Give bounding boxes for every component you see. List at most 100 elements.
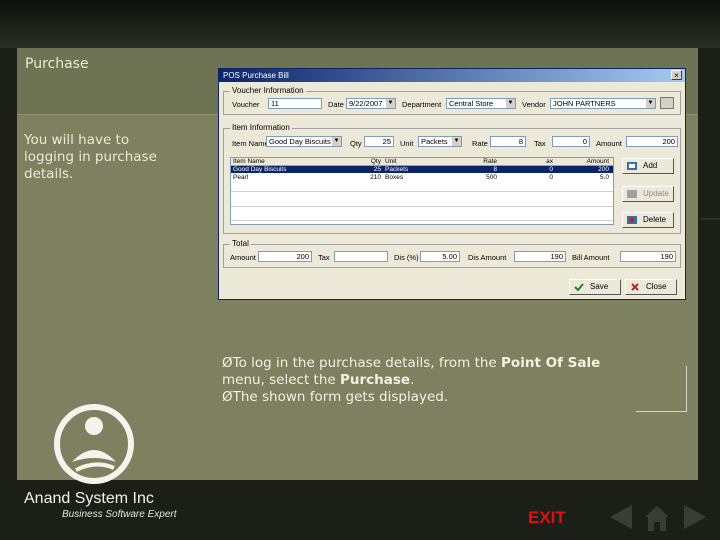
update-label: Update (643, 189, 669, 198)
tax-field[interactable]: 0 (552, 136, 590, 147)
grid-header-unit: Unit (385, 158, 397, 165)
chevron-down-icon[interactable]: ▼ (506, 99, 515, 108)
vendor-value: JOHN PARTNERS (553, 99, 616, 108)
amount-label: Amount (596, 139, 622, 148)
company-logo-icon (54, 404, 134, 484)
window-close-icon[interactable]: × (671, 70, 682, 80)
row-tax: 0 (549, 174, 553, 181)
chevron-down-icon[interactable]: ▼ (386, 99, 395, 108)
voucher-group-label: Voucher Information (230, 86, 306, 95)
voucher-field[interactable]: 11 (268, 98, 322, 109)
chevron-down-icon[interactable]: ▼ (646, 99, 655, 108)
delete-icon (627, 216, 637, 224)
delete-label: Delete (643, 215, 667, 224)
total-amount-label: Amount (230, 253, 256, 262)
vendor-lookup-icon[interactable] (660, 97, 674, 109)
caption-mid: menu, select the (222, 372, 340, 388)
unit-label: Unit (400, 139, 414, 148)
dis-label: Dis (%) (394, 253, 419, 262)
dis-amount-field[interactable]: 190 (514, 251, 566, 262)
grid-line (231, 220, 613, 221)
item-group: Item Information Item Name Good Day Bisc… (223, 123, 681, 234)
rate-field[interactable]: 8 (490, 136, 526, 147)
item-name-field[interactable]: Good Day Biscuits ▼ (266, 136, 342, 147)
vendor-label: Vendor (522, 100, 546, 109)
company-tagline: Business Software Expert (62, 509, 177, 520)
slide-title: Purchase (25, 56, 89, 72)
row-tax: 0 (549, 166, 553, 173)
decor-right-line (700, 218, 720, 220)
row-qty: 210 (370, 174, 381, 181)
row-amount: 200 (598, 166, 609, 173)
grid-header-item: Item Name (233, 158, 265, 165)
chevron-down-icon[interactable]: ▼ (332, 137, 341, 146)
update-button[interactable]: Update (622, 186, 674, 202)
tax-label: Tax (534, 139, 546, 148)
date-value: 9/22/2007 (349, 99, 383, 108)
delete-button[interactable]: Delete (622, 212, 674, 228)
grid-header-amount: Amount (586, 158, 609, 165)
total-tax-field[interactable] (334, 251, 388, 262)
qty-field[interactable]: 25 (364, 136, 394, 147)
dis-field[interactable]: 5.00 (420, 251, 460, 262)
caption-end: . (410, 372, 415, 388)
close-button[interactable]: Close (625, 279, 677, 295)
back-arrow-icon[interactable] (608, 503, 634, 531)
update-icon (627, 190, 637, 198)
items-grid[interactable]: Item Name Qty Unit Rate ax Amount Good D… (230, 157, 614, 225)
chevron-down-icon[interactable]: ▼ (452, 137, 461, 146)
total-group-label: Total (230, 239, 251, 248)
department-label: Department (402, 100, 442, 109)
table-row[interactable]: Pearl 210 Boxes 500 0 5.0 (231, 174, 613, 181)
grid-line (231, 206, 613, 207)
item-group-label: Item Information (230, 123, 292, 132)
grid-header-qty: Qty (370, 158, 381, 165)
grid-line (231, 191, 613, 192)
decor-vertical-line (686, 366, 687, 412)
grid-header-tax: ax (546, 158, 553, 165)
unit-field[interactable]: Packets ▼ (418, 136, 462, 147)
date-label: Date (328, 100, 344, 109)
home-icon[interactable] (642, 503, 672, 533)
add-icon (627, 162, 637, 170)
row-item: Good Day Biscuits (233, 166, 287, 173)
caption-line2: ØThe shown form gets displayed. (222, 389, 449, 405)
total-group: Total Amount 200 Tax Dis (%) 5.00 Dis Am… (223, 239, 681, 268)
item-name-value: Good Day Biscuits (269, 137, 331, 146)
table-row[interactable]: Good Day Biscuits 25 Packets 8 0 200 (231, 166, 613, 173)
row-amount: 5.0 (599, 174, 609, 181)
caption-prefix: ØTo log in the purchase details, from th… (222, 355, 502, 371)
window-title: POS Purchase Bill (223, 71, 289, 80)
amount-field[interactable]: 200 (626, 136, 678, 147)
row-unit: Boxes (385, 174, 404, 181)
total-amount-field[interactable]: 200 (258, 251, 312, 262)
add-button[interactable]: Add (622, 158, 674, 174)
window-titlebar: POS Purchase Bill × (219, 69, 685, 82)
date-field[interactable]: 9/22/2007 ▼ (346, 98, 396, 109)
decor-horizontal-line (636, 411, 686, 412)
vendor-field[interactable]: JOHN PARTNERS ▼ (550, 98, 656, 109)
row-item: Pearl (233, 174, 249, 181)
caption-item-name: Purchase (340, 372, 411, 388)
intro-text: You will have to logging in purchase det… (24, 132, 157, 182)
department-field[interactable]: Central Store ▼ (446, 98, 516, 109)
save-label: Save (590, 282, 609, 291)
row-rate: 500 (486, 174, 497, 181)
total-tax-label: Tax (318, 253, 330, 262)
bill-amount-label: Bill Amount (572, 253, 610, 262)
dis-amount-label: Dis Amount (468, 253, 507, 262)
voucher-label: Voucher (232, 100, 260, 109)
department-value: Central Store (449, 99, 494, 108)
close-label: Close (646, 282, 667, 291)
qty-label: Qty (350, 139, 362, 148)
close-icon (631, 283, 639, 291)
item-name-label: Item Name (232, 139, 269, 148)
grid-header-row: Item Name Qty Unit Rate ax Amount (231, 158, 613, 166)
voucher-group: Voucher Information Voucher 11 Date 9/22… (223, 86, 681, 115)
exit-link[interactable]: EXIT (528, 508, 566, 528)
caption-text: ØTo log in the purchase details, from th… (222, 355, 642, 406)
forward-arrow-icon[interactable] (682, 503, 708, 531)
bill-amount-field[interactable]: 190 (620, 251, 676, 262)
rate-label: Rate (472, 139, 488, 148)
save-button[interactable]: Save (569, 279, 621, 295)
